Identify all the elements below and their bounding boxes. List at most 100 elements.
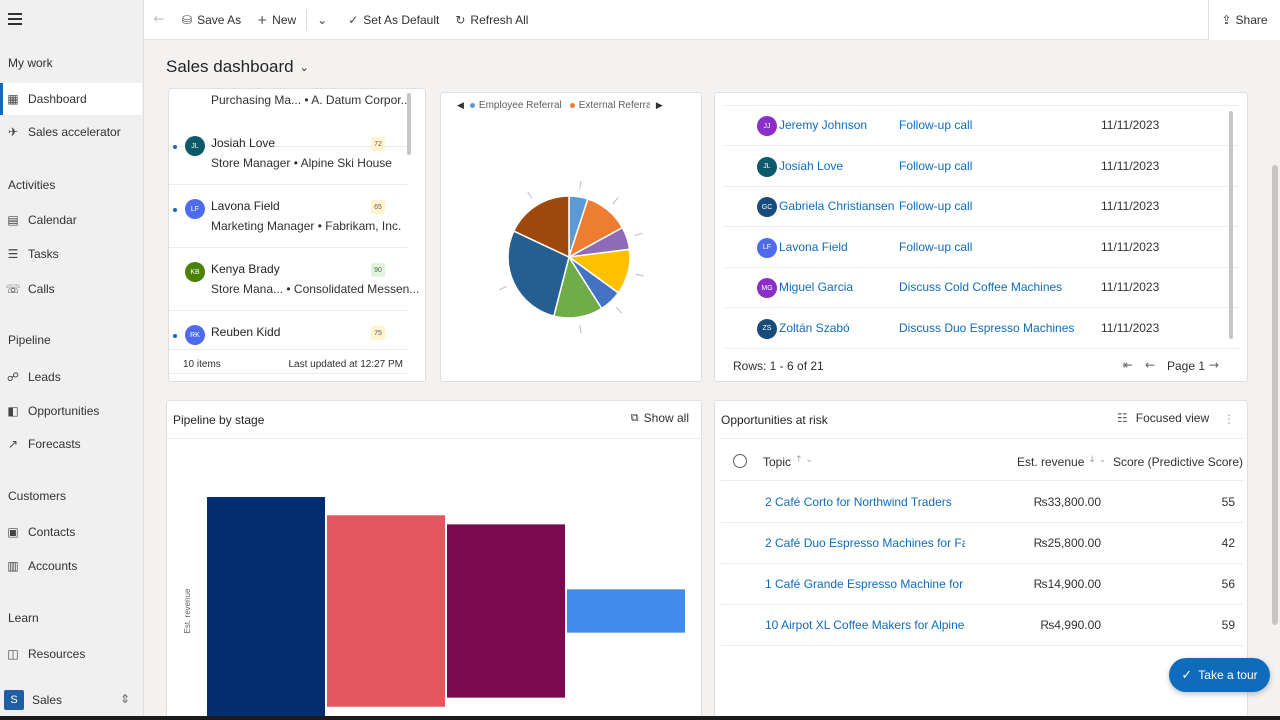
topic-column-header[interactable]: Topic ↑ ⌄ xyxy=(763,455,813,469)
opportunity-topic-link[interactable]: 2 Café Duo Espresso Machines for Fabri..… xyxy=(765,536,965,550)
save-as-button[interactable]: ⛁ Save As xyxy=(174,0,249,40)
lead-subtitle: Purchasing Ma... • A. Datum Corpor... xyxy=(211,93,411,107)
prev-page-icon[interactable]: ← xyxy=(1145,358,1155,372)
refresh-all-button[interactable]: ↻ Refresh All xyxy=(447,0,536,40)
lead-list-item[interactable]: LF Lavona Field Marketing Manager • Fabrik… xyxy=(169,186,407,248)
take-a-tour-button[interactable]: ✓ Take a tour xyxy=(1169,658,1270,692)
sidebar-item-sales-accelerator[interactable]: ✈ Sales accelerator xyxy=(0,116,142,148)
activity-row[interactable]: JJ Jeremy Johnson Follow-up call 11/11/2023 xyxy=(725,106,1239,146)
opportunity-row[interactable]: 2 Café Duo Espresso Machines for Fabri..… xyxy=(721,524,1243,564)
activity-regarding-link[interactable]: Miguel Garcia xyxy=(779,280,853,294)
app-area-label: Sales xyxy=(32,693,63,707)
activity-date: 11/11/2023 xyxy=(1101,320,1160,335)
opportunity-row[interactable]: 10 Airpot XL Coffee Makers for Alpine S.… xyxy=(721,606,1243,646)
next-page-icon[interactable]: → xyxy=(1209,358,1219,372)
sidebar-item-forecasts[interactable]: ↗ Forecasts xyxy=(0,428,142,460)
dashboard-selector[interactable]: Sales dashboard ⌄ xyxy=(166,57,309,77)
chart-legend: ◀ Employee ReferralExternal ReferralOt ▶ xyxy=(451,100,669,111)
sidebar-item-calls[interactable]: ☏ Calls xyxy=(0,273,142,305)
app-badge: S xyxy=(4,690,24,710)
legend-prev-icon[interactable]: ◀ xyxy=(457,101,464,111)
activity-subject-link[interactable]: Follow-up call xyxy=(899,118,972,132)
opportunity-score: 56 xyxy=(1221,577,1235,591)
refresh-icon: ↻ xyxy=(455,12,466,27)
sidebar-item-accounts[interactable]: ▥ Accounts xyxy=(0,550,142,582)
legend-swatch xyxy=(569,103,575,108)
opportunity-topic-link[interactable]: 2 Café Corto for Northwind Traders xyxy=(765,495,965,509)
focused-view-icon: ☷ xyxy=(1117,411,1128,425)
pie-leader-line xyxy=(634,232,643,237)
activity-subject-link[interactable]: Follow-up call xyxy=(899,240,972,254)
select-all-checkbox[interactable] xyxy=(733,454,747,468)
app-area-switcher[interactable]: S Sales ⇕ xyxy=(0,680,142,720)
more-options-icon[interactable]: ⋮ xyxy=(1223,412,1235,426)
new-button[interactable]: + New xyxy=(249,0,304,40)
legend-next-icon[interactable]: ▶ xyxy=(656,101,663,111)
activities-scrollbar[interactable] xyxy=(1229,111,1233,339)
sidebar-item-opportunities[interactable]: ◧ Opportunities xyxy=(0,395,142,427)
rows-count: Rows: 1 - 6 of 21 xyxy=(733,359,824,373)
focused-view-button[interactable]: ☷ Focused view xyxy=(1117,411,1209,425)
hamburger-menu-icon[interactable] xyxy=(8,13,22,25)
pipeline-stage-bar[interactable] xyxy=(207,497,325,720)
back-arrow-icon[interactable]: ← xyxy=(144,12,174,27)
legend-item[interactable]: External Referral xyxy=(569,100,650,111)
pipeline-title: Pipeline by stage xyxy=(173,413,265,427)
activity-regarding-link[interactable]: Gabriela Christiansen xyxy=(779,199,894,213)
revenue-column-header[interactable]: Est. revenue ↓ ⌄ xyxy=(1017,455,1106,469)
sidebar-item-leads[interactable]: ☍ Leads xyxy=(0,361,142,393)
share-button[interactable]: ⇪ Share xyxy=(1208,0,1280,40)
activity-row[interactable]: JL Josiah Love Follow-up call 11/11/2023 xyxy=(725,147,1239,187)
leads-footer: 10 items Last updated at 12:27 PM xyxy=(169,349,409,379)
new-dropdown-button[interactable]: ⌄ xyxy=(309,0,340,40)
opportunity-revenue: ₨33,800.00 xyxy=(1033,495,1101,509)
opportunity-row[interactable]: 1 Café Grande Espresso Machine for Al...… xyxy=(721,565,1243,605)
sidebar-item-contacts[interactable]: ▣ Contacts xyxy=(0,516,142,548)
sort-desc-icon: ↓ ⌄ xyxy=(1088,455,1107,465)
score-column-header[interactable]: Score (Predictive Score) ⌄ xyxy=(1113,455,1247,469)
chevron-updown-icon: ⇕ xyxy=(119,692,130,706)
activity-row[interactable]: GC Gabriela Christiansen Follow-up call 11/… xyxy=(725,187,1239,227)
sidebar-item-resources[interactable]: ◫ Resources xyxy=(0,638,142,670)
sidebar-item-calendar[interactable]: ▤ Calendar xyxy=(0,204,142,236)
set-default-button[interactable]: ✓ Set As Default xyxy=(340,0,447,40)
rocket-icon: ✈ xyxy=(7,125,19,139)
activity-regarding-link[interactable]: Lavona Field xyxy=(779,240,848,254)
activity-regarding-link[interactable]: Zoltán Szabó xyxy=(779,321,850,335)
activity-row[interactable]: ZS Zoltán Szabó Discuss Duo Espresso Machi… xyxy=(725,309,1239,349)
avatar: RK xyxy=(185,325,205,345)
lead-subtitle: Marketing Manager • Fabrikam, Inc. xyxy=(211,219,402,233)
activity-subject-link[interactable]: Follow-up call xyxy=(899,199,972,213)
lead-list-item[interactable]: KB Kenya Brady Store Mana... • Consolidate… xyxy=(169,249,419,311)
lead-name: Josiah Love xyxy=(211,136,276,150)
page-scrollbar[interactable] xyxy=(1272,165,1278,625)
opportunity-topic-link[interactable]: 1 Café Grande Espresso Machine for Al... xyxy=(765,577,965,591)
legend-item[interactable]: Employee Referral xyxy=(469,100,562,111)
pipeline-stage-bar[interactable] xyxy=(447,524,565,698)
show-all-button[interactable]: ⧉ Show all xyxy=(631,411,689,425)
opportunity-revenue: ₨25,800.00 xyxy=(1033,536,1101,550)
sidebar-item-dashboard[interactable]: ▦ Dashboard xyxy=(0,83,142,115)
activity-regarding-link[interactable]: Josiah Love xyxy=(779,159,843,173)
contact-card-icon: ▣ xyxy=(7,525,19,539)
pipeline-stage-bar[interactable] xyxy=(327,515,445,707)
activity-row[interactable]: MG Miguel Garcia Discuss Cold Coffee Machi… xyxy=(725,268,1239,308)
sidebar-item-tasks[interactable]: ☰ Tasks xyxy=(0,238,142,270)
chevron-down-icon: ⌄ xyxy=(299,60,309,74)
leads-scrollbar[interactable] xyxy=(407,93,411,155)
sidebar-item-label: Opportunities xyxy=(28,404,100,418)
opportunity-topic-link[interactable]: 10 Airpot XL Coffee Makers for Alpine S.… xyxy=(765,618,965,632)
avatar: GC xyxy=(757,197,777,217)
lead-list-item[interactable]: JL Josiah Love Store Manager • Alpine Ski … xyxy=(169,123,407,185)
first-page-icon[interactable]: ⇤ xyxy=(1123,358,1133,372)
group-learn: Learn xyxy=(8,611,39,625)
activity-regarding-link[interactable]: Jeremy Johnson xyxy=(779,118,867,132)
opportunity-row[interactable]: 2 Café Corto for Northwind Traders ₨33,80… xyxy=(721,483,1243,523)
plus-icon: + xyxy=(257,12,268,27)
activity-subject-link[interactable]: Discuss Duo Espresso Machines xyxy=(899,321,1074,335)
activity-row[interactable]: LF Lavona Field Follow-up call 11/11/2023 xyxy=(725,228,1239,268)
activity-subject-link[interactable]: Follow-up call xyxy=(899,159,972,173)
score-header-label: Score (Predictive Score) xyxy=(1113,455,1244,469)
activity-subject-link[interactable]: Discuss Cold Coffee Machines xyxy=(899,280,1062,294)
pipeline-stage-bar[interactable] xyxy=(567,589,685,633)
